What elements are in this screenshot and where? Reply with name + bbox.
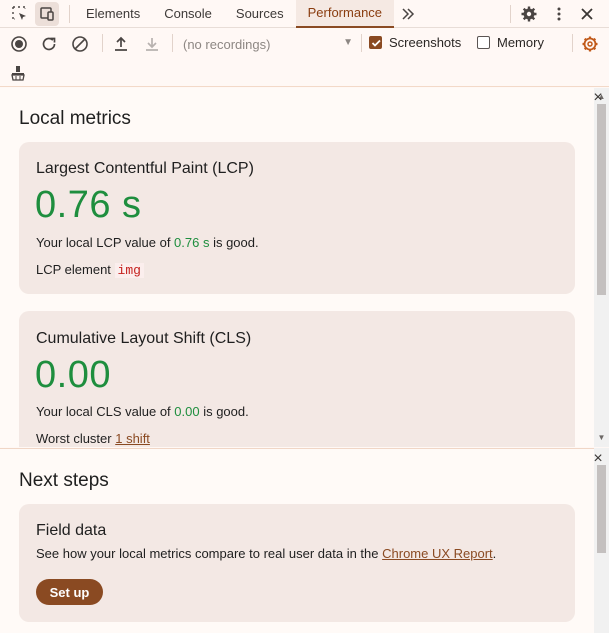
- set-up-button[interactable]: Set up: [36, 579, 103, 605]
- lcp-value: 0.76 s: [35, 184, 142, 226]
- tab-console[interactable]: Console: [152, 0, 224, 28]
- performance-toolbar: (no recordings) ▼ Screenshots Memory: [0, 29, 609, 87]
- cls-desc-suffix: is good.: [199, 404, 249, 419]
- screenshots-checkbox[interactable]: Screenshots: [369, 35, 461, 50]
- more-options-icon[interactable]: [547, 2, 571, 26]
- next-steps-scrollbar[interactable]: [594, 448, 609, 633]
- cls-cluster-label: Worst cluster: [36, 431, 112, 446]
- field-data-desc-suffix: .: [492, 546, 497, 561]
- cls-cluster-row: Worst cluster 1 shift: [36, 431, 150, 446]
- lcp-desc-prefix: Your local LCP value of: [36, 235, 175, 250]
- field-data-title: Field data: [36, 522, 107, 539]
- divider: [102, 34, 103, 52]
- field-data-card: Field data See how your local metrics co…: [19, 504, 575, 622]
- scrollbar-thumb[interactable]: [597, 104, 606, 295]
- record-icon[interactable]: [9, 34, 29, 54]
- chrome-ux-report-link[interactable]: Chrome UX Report: [382, 546, 493, 561]
- lcp-element-tag[interactable]: img: [114, 263, 144, 278]
- checkbox-checked-icon[interactable]: [369, 36, 382, 49]
- capture-settings-gear-icon[interactable]: [580, 34, 600, 54]
- lcp-element-label: LCP element: [36, 262, 111, 277]
- divider: [510, 5, 511, 23]
- field-data-description: See how your local metrics compare to re…: [36, 546, 496, 561]
- reload-record-icon[interactable]: [39, 34, 59, 54]
- field-data-desc-prefix: See how your local metrics compare to re…: [36, 546, 383, 561]
- screenshots-label: Screenshots: [389, 35, 462, 50]
- cls-title: Cumulative Layout Shift (CLS): [36, 330, 252, 347]
- devtools-tab-bar: Elements Console Sources Performance: [0, 0, 609, 28]
- inspect-element-icon[interactable]: [8, 2, 32, 26]
- metrics-scrollbar[interactable]: ▲ ▼: [594, 88, 609, 447]
- garbage-collect-broom-icon[interactable]: [8, 63, 28, 83]
- close-pane-icon[interactable]: ×: [591, 450, 605, 467]
- dropdown-caret-icon: ▼: [343, 37, 353, 48]
- cls-value: 0.00: [35, 354, 111, 396]
- close-devtools-icon[interactable]: [575, 2, 599, 26]
- divider: [172, 34, 173, 52]
- local-metrics-pane: Local metrics Largest Contentful Paint (…: [0, 88, 594, 447]
- memory-label: Memory: [497, 35, 544, 50]
- lcp-desc-suffix: is good.: [209, 235, 259, 250]
- checkbox-unchecked-icon[interactable]: [477, 36, 490, 49]
- tab-performance[interactable]: Performance: [295, 0, 395, 28]
- cls-desc-value: 0.00: [174, 404, 200, 419]
- download-icon: [142, 34, 162, 54]
- settings-gear-icon[interactable]: [517, 2, 541, 26]
- upload-icon[interactable]: [111, 34, 131, 54]
- lcp-description: Your local LCP value of 0.76 s is good.: [36, 235, 259, 250]
- lcp-element-row: LCP element img: [36, 262, 144, 278]
- tab-elements[interactable]: Elements: [74, 0, 152, 28]
- lcp-desc-value: 0.76 s: [174, 235, 210, 250]
- recordings-select[interactable]: (no recordings) ▼: [183, 34, 355, 54]
- memory-checkbox[interactable]: Memory: [477, 35, 544, 50]
- local-metrics-heading: Local metrics: [19, 108, 131, 129]
- next-steps-pane: Next steps Field data See how your local…: [0, 448, 594, 633]
- lcp-card: Largest Contentful Paint (LCP) 0.76 s Yo…: [19, 142, 575, 294]
- divider: [69, 4, 70, 23]
- scroll-down-arrow-icon[interactable]: ▼: [594, 430, 609, 444]
- next-steps-heading: Next steps: [19, 470, 109, 491]
- lcp-title: Largest Contentful Paint (LCP): [36, 160, 254, 177]
- divider: [572, 34, 573, 52]
- device-toolbar-icon[interactable]: [35, 1, 59, 26]
- tab-sources[interactable]: Sources: [224, 0, 296, 28]
- close-pane-icon[interactable]: ×: [591, 89, 605, 106]
- cls-description: Your local CLS value of 0.00 is good.: [36, 404, 249, 419]
- cls-desc-prefix: Your local CLS value of: [36, 404, 175, 419]
- recordings-placeholder: (no recordings): [183, 36, 271, 52]
- cls-card: Cumulative Layout Shift (CLS) 0.00 Your …: [19, 311, 575, 447]
- more-tabs-chevron-icon[interactable]: [396, 2, 420, 26]
- divider: [361, 34, 362, 52]
- scrollbar-thumb[interactable]: [597, 465, 606, 553]
- clear-icon[interactable]: [70, 34, 90, 54]
- cls-cluster-link[interactable]: 1 shift: [115, 431, 150, 446]
